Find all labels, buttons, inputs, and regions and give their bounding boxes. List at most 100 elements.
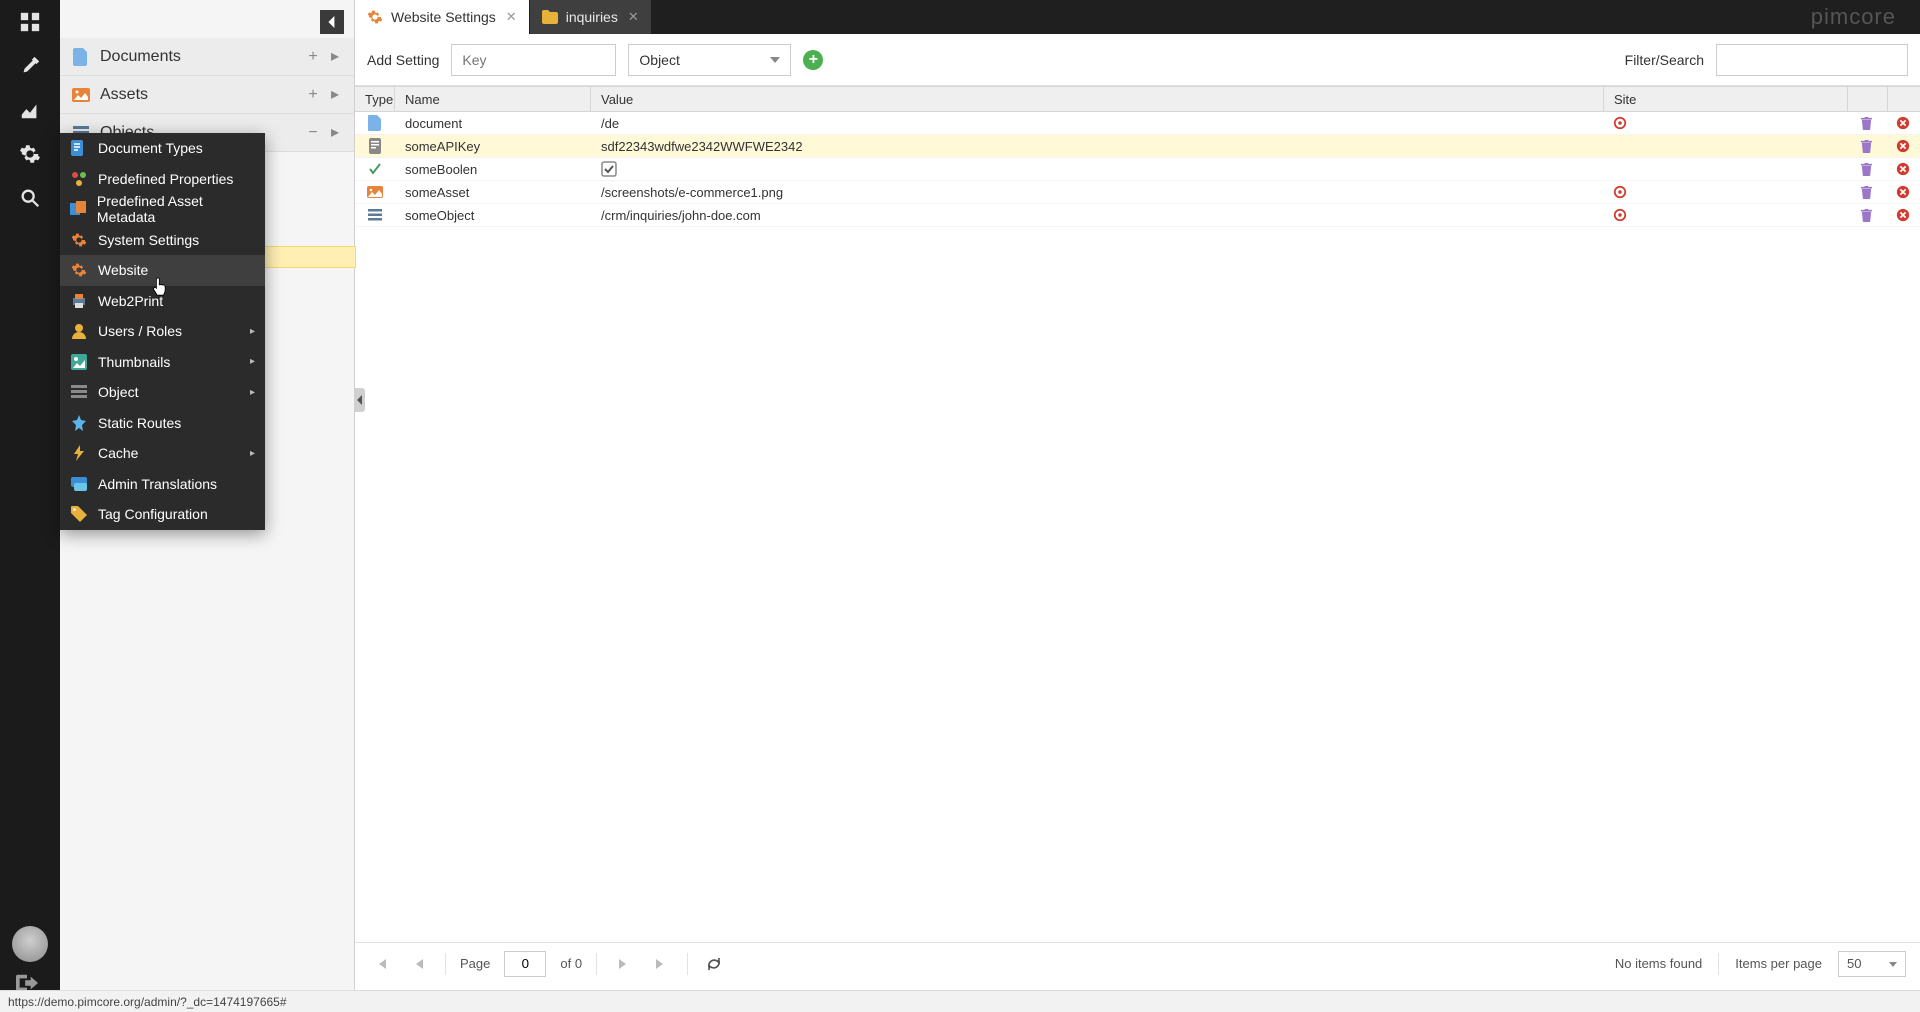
expand-icon[interactable]: ▸ <box>328 50 342 64</box>
add-button[interactable]: + <box>803 50 823 70</box>
nav-search[interactable] <box>0 176 60 220</box>
bolt-icon <box>70 444 88 462</box>
nav-reports[interactable] <box>0 88 60 132</box>
menu-label: Website <box>98 262 148 278</box>
menu-object[interactable]: Object▸ <box>60 377 265 408</box>
col-type[interactable]: Type <box>355 87 395 111</box>
toolbar: Add Setting Object + Filter/Search <box>355 34 1920 86</box>
row-reference-icon[interactable] <box>1602 208 1637 222</box>
filter-label: Filter/Search <box>1625 52 1704 68</box>
expand-icon[interactable]: ▸ <box>328 88 342 102</box>
nav-rail <box>0 0 60 1012</box>
pager: Page of 0 No items found Items per page … <box>355 942 1920 984</box>
tree-selection-highlight <box>264 246 356 268</box>
row-delete[interactable] <box>1846 140 1886 153</box>
page-first[interactable] <box>369 952 393 976</box>
row-delete[interactable] <box>1846 209 1886 222</box>
user-avatar[interactable] <box>12 926 48 962</box>
col-site[interactable]: Site <box>1604 87 1848 111</box>
tab-website-settings[interactable]: Website Settings ✕ <box>355 0 529 34</box>
expand-icon[interactable]: ▸ <box>328 126 342 140</box>
per-page-label: Items per page <box>1735 956 1822 971</box>
table-row[interactable]: someAPIKeysdf22343wdfwe2342WWFWE2342 <box>355 135 1920 158</box>
folder-icon <box>542 9 558 25</box>
page-input[interactable] <box>504 951 546 977</box>
menu-label: Static Routes <box>98 415 181 431</box>
menu-web2print[interactable]: Web2Print <box>60 286 265 317</box>
status-url: https://demo.pimcore.org/admin/?_dc=1474… <box>8 995 287 1009</box>
menu-document-types[interactable]: Document Types <box>60 133 265 164</box>
props-icon <box>70 170 88 188</box>
row-delete[interactable] <box>1846 117 1886 130</box>
table-row[interactable]: someBoolen <box>355 158 1920 181</box>
menu-predefined-properties[interactable]: Predefined Properties <box>60 164 265 195</box>
table-row[interactable]: someObject/crm/inquiries/john-doe.com <box>355 204 1920 227</box>
row-name: someAsset <box>395 185 591 200</box>
accordion-documents[interactable]: Documents +▸ <box>60 38 354 76</box>
menu-label: System Settings <box>98 232 199 248</box>
key-input[interactable] <box>451 44 616 76</box>
menu-admin-translations[interactable]: Admin Translations <box>60 469 265 500</box>
object-icon <box>70 383 88 401</box>
row-delete[interactable] <box>1846 186 1886 199</box>
page-prev[interactable] <box>407 952 431 976</box>
row-delete[interactable] <box>1846 163 1886 176</box>
refresh-button[interactable] <box>702 952 726 976</box>
row-value: /screenshots/e-commerce1.png <box>591 185 1602 200</box>
menu-thumbnails[interactable]: Thumbnails▸ <box>60 347 265 378</box>
add-icon[interactable]: + <box>306 88 320 102</box>
nav-tools[interactable] <box>0 44 60 88</box>
type-combo[interactable]: Object <box>628 44 791 76</box>
accordion-assets[interactable]: Assets +▸ <box>60 76 354 114</box>
row-name: document <box>395 116 591 131</box>
menu-website[interactable]: Website <box>60 255 265 286</box>
table-row[interactable]: someAsset/screenshots/e-commerce1.png <box>355 181 1920 204</box>
gear-icon <box>367 9 383 25</box>
col-value[interactable]: Value <box>591 87 1604 111</box>
row-name: someAPIKey <box>395 139 591 154</box>
page-last[interactable] <box>649 952 673 976</box>
image-icon <box>72 86 90 104</box>
nav-apps[interactable] <box>0 0 60 44</box>
brand-logo: pimcore <box>1787 0 1920 34</box>
collapse-icon[interactable]: − <box>306 126 320 140</box>
col-name[interactable]: Name <box>395 87 591 111</box>
add-icon[interactable]: + <box>306 50 320 64</box>
menu-static-routes[interactable]: Static Routes <box>60 408 265 439</box>
search-input[interactable] <box>1716 44 1908 76</box>
pager-status: No items found <box>1615 956 1702 971</box>
row-remove[interactable] <box>1886 116 1920 130</box>
nav-settings[interactable] <box>0 132 60 176</box>
per-page-combo[interactable]: 50 <box>1838 951 1906 977</box>
menu-cache[interactable]: Cache▸ <box>60 438 265 469</box>
menu-tag-configuration[interactable]: Tag Configuration <box>60 499 265 530</box>
close-icon[interactable]: ✕ <box>506 9 517 25</box>
menu-system-settings[interactable]: System Settings <box>60 225 265 256</box>
page-next[interactable] <box>611 952 635 976</box>
row-remove[interactable] <box>1886 208 1920 222</box>
row-remove[interactable] <box>1886 162 1920 176</box>
settings-context-menu: Document Types Predefined Properties Pre… <box>60 133 265 530</box>
translate-icon <box>70 475 88 493</box>
table-row[interactable]: document/de <box>355 112 1920 135</box>
row-remove[interactable] <box>1886 139 1920 153</box>
chevron-right-icon: ▸ <box>250 448 255 459</box>
tag-icon <box>70 505 88 523</box>
logout-icon[interactable] <box>16 972 44 990</box>
row-value: /de <box>591 116 1602 131</box>
settings-table: Type Name Value Site document/desomeAPIK… <box>355 86 1920 227</box>
main-area: Website Settings ✕ inquiries ✕ pimcore A… <box>355 0 1920 1012</box>
col-delete <box>1848 87 1888 111</box>
tab-inquiries[interactable]: inquiries ✕ <box>529 0 651 34</box>
menu-predefined-asset-metadata[interactable]: Predefined Asset Metadata <box>60 194 265 225</box>
close-icon[interactable]: ✕ <box>628 9 639 25</box>
table-header: Type Name Value Site <box>355 86 1920 112</box>
row-reference-icon[interactable] <box>1602 116 1637 130</box>
menu-users-roles[interactable]: Users / Roles▸ <box>60 316 265 347</box>
user-icon <box>70 322 88 340</box>
menu-label: Predefined Asset Metadata <box>97 193 255 225</box>
row-reference-icon[interactable] <box>1602 185 1637 199</box>
row-remove[interactable] <box>1886 185 1920 199</box>
tab-label: inquiries <box>566 9 618 25</box>
sidebar-collapse[interactable] <box>320 10 344 34</box>
